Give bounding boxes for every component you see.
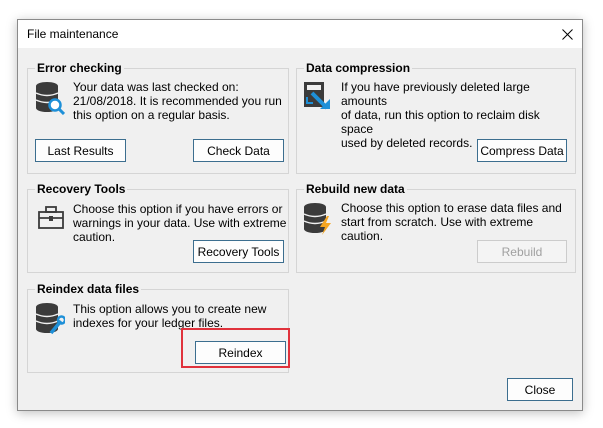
reindex-title: Reindex data files: [35, 282, 142, 296]
error-checking-group: Error checking Your data was last checke…: [27, 61, 289, 174]
recovery-tools-description: Choose this option if you have errors or…: [73, 202, 287, 244]
file-maintenance-dialog: File maintenance Error checking Your dat…: [17, 19, 583, 411]
toolbox-icon: [38, 206, 64, 229]
database-search-icon: [35, 82, 65, 115]
last-results-button[interactable]: Last Results: [35, 139, 126, 162]
database-lightning-icon: [303, 203, 331, 235]
compress-data-button[interactable]: Compress Data: [477, 139, 567, 162]
window-close-button[interactable]: [552, 20, 582, 48]
window-title: File maintenance: [27, 27, 119, 41]
reindex-highlight-box: [181, 328, 290, 368]
database-wrench-icon: [35, 303, 65, 335]
close-icon: [562, 29, 573, 40]
recovery-tools-group: Recovery Tools Choose this option if you…: [27, 182, 289, 273]
rebuild-new-data-title: Rebuild new data: [304, 182, 407, 196]
data-compression-group: Data compression If you have previously …: [296, 61, 576, 174]
rebuild-new-data-group: Rebuild new data Choose this option to e…: [296, 182, 576, 273]
error-checking-description: Your data was last checked on: 21/08/201…: [73, 80, 282, 122]
recovery-tools-button[interactable]: Recovery Tools: [193, 240, 284, 263]
compress-icon: [304, 82, 330, 110]
data-compression-title: Data compression: [304, 61, 413, 75]
title-bar: File maintenance: [18, 20, 582, 48]
reindex-description: This option allows you to create new ind…: [73, 302, 267, 330]
check-data-button[interactable]: Check Data: [193, 139, 284, 162]
rebuild-description: Choose this option to erase data files a…: [341, 201, 562, 243]
rebuild-button: Rebuild: [477, 240, 567, 263]
recovery-tools-title: Recovery Tools: [35, 182, 128, 196]
error-checking-title: Error checking: [35, 61, 124, 75]
close-button[interactable]: Close: [507, 378, 573, 401]
